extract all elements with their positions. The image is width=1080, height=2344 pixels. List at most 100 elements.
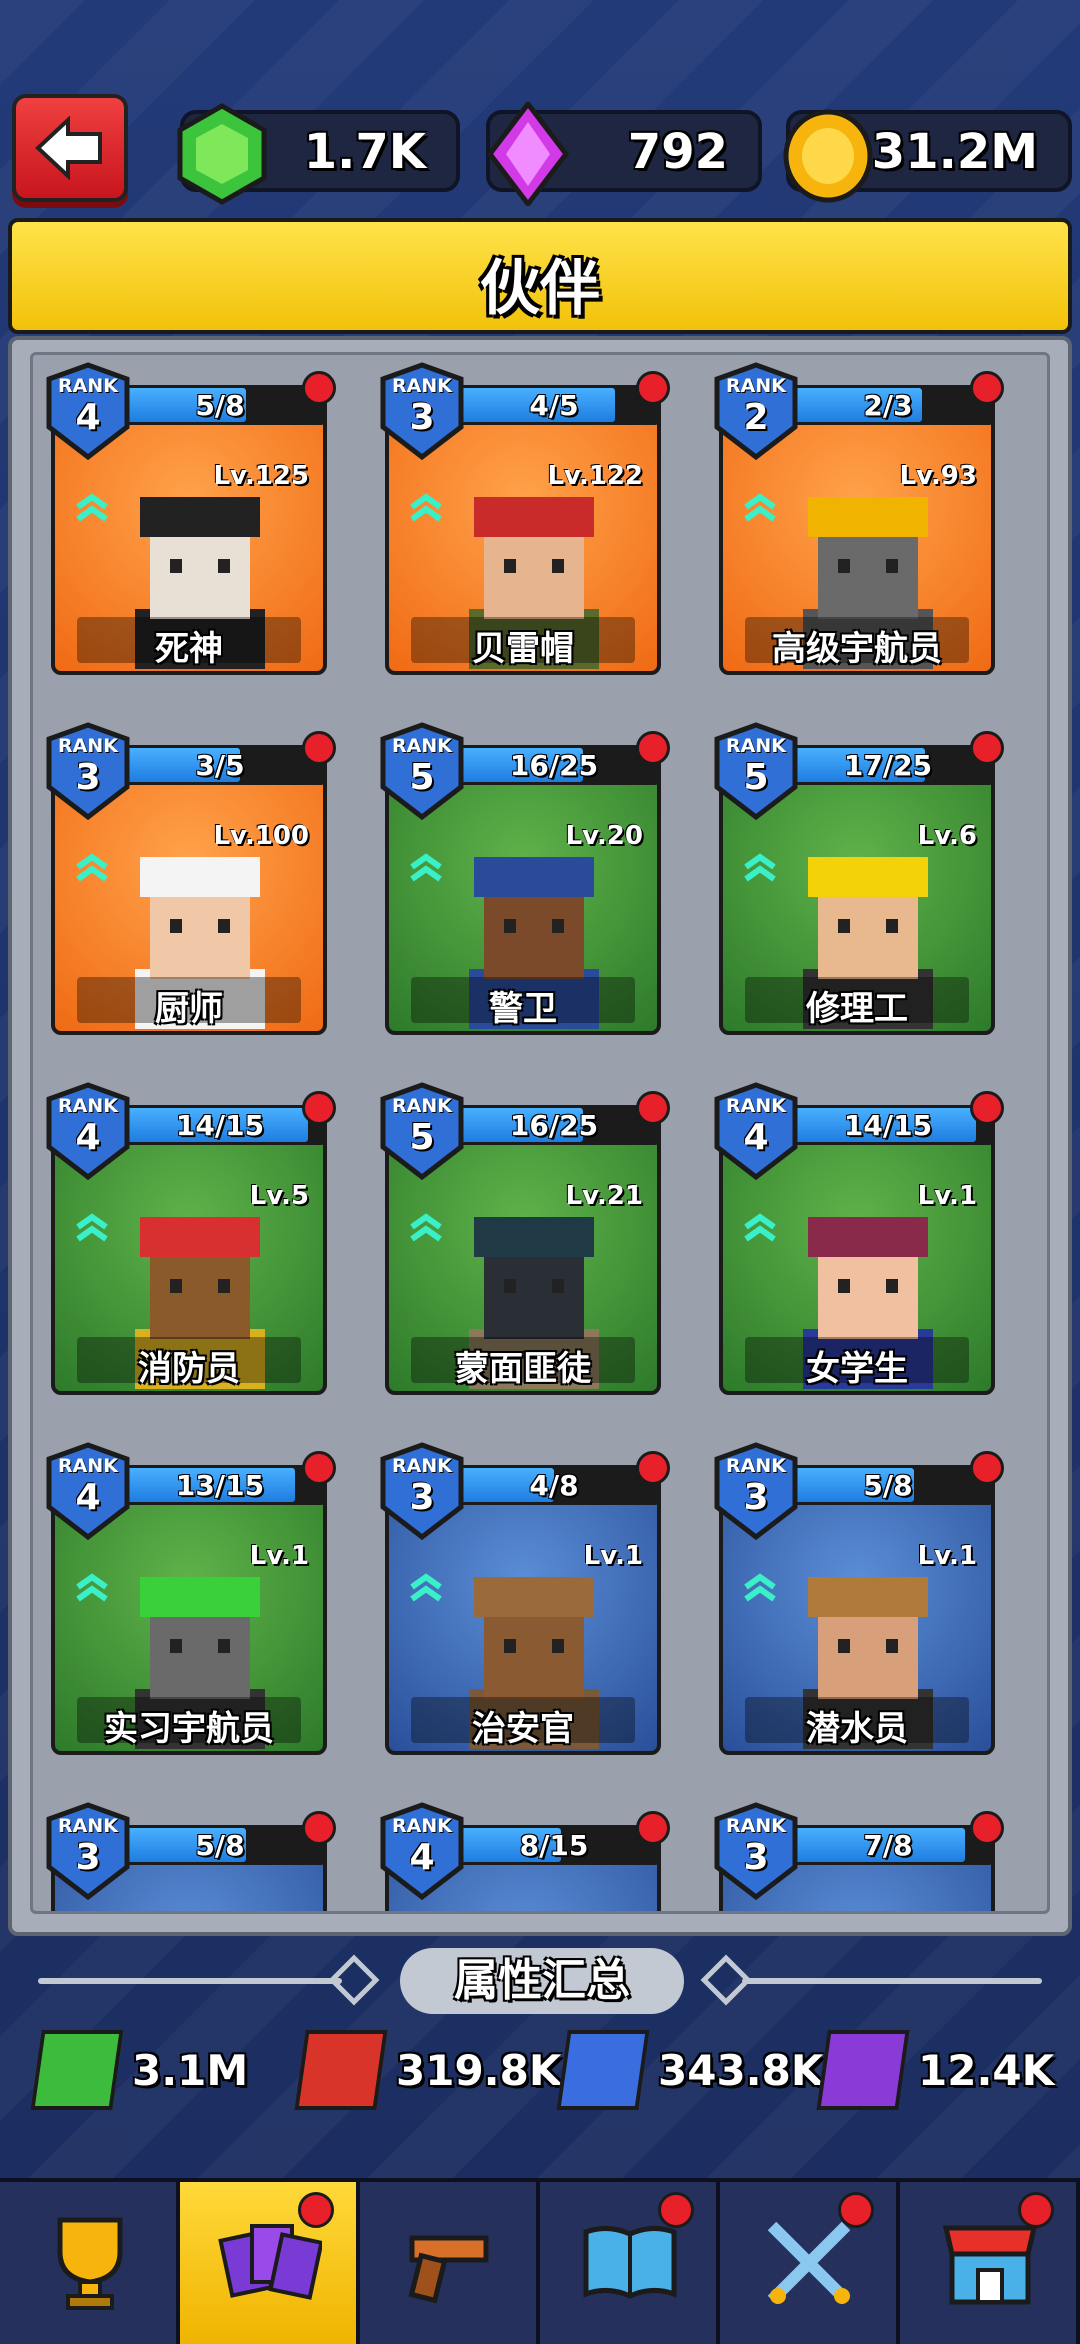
- partner-name: 蒙面匪徒: [455, 1349, 591, 1389]
- coin-counter[interactable]: 31.2M: [783, 109, 1072, 203]
- partner-card[interactable]: Lv.20 警卫 16/25 RANK 5: [379, 721, 670, 1041]
- fragment-count: 17/25: [843, 749, 933, 782]
- nav-tab-trophy[interactable]: [0, 2182, 180, 2344]
- partner-level: Lv.1: [917, 1541, 977, 1571]
- rank-label: RANK: [726, 1095, 786, 1117]
- fragment-progress-bar: 8/15: [449, 1825, 659, 1865]
- partner-name: 消防员: [138, 1349, 240, 1389]
- back-button[interactable]: [12, 94, 128, 202]
- rank-number: 4: [743, 1117, 769, 1158]
- partner-card[interactable]: Lv.21 蒙面匪徒 16/25 RANK 5: [379, 1081, 670, 1401]
- rank-badge: RANK 5: [713, 721, 799, 821]
- partner-level: Lv.1: [917, 1181, 977, 1211]
- name-plate: 修理工: [745, 977, 969, 1029]
- partner-level: Lv.5: [249, 1181, 309, 1211]
- partner-name: 厨师: [155, 989, 223, 1029]
- partner-level: Lv.6: [917, 821, 977, 851]
- top-bar: 1.7K 792 31.2M: [0, 88, 1080, 218]
- name-plate: 贝雷帽: [411, 617, 635, 669]
- partner-panel: Lv.125 死神 5/8 RANK 4 Lv.122 贝雷帽 4/5 RANK 3 Lv.93 高级…: [8, 336, 1072, 1936]
- fragment-count: 3/5: [195, 749, 245, 782]
- partner-card[interactable]: Lv.1 实习宇航员 13/15 RANK 4: [45, 1441, 336, 1761]
- partner-level: Lv.21: [565, 1181, 643, 1211]
- partner-name: 修理工: [806, 989, 908, 1029]
- gem-counter[interactable]: 1.7K: [177, 103, 460, 205]
- divider-right: [742, 1978, 1042, 1984]
- auto-gun-icon: [556, 2030, 650, 2110]
- partner-card[interactable]: 8/15 RANK 4: [379, 1801, 670, 1911]
- partner-level: Lv.1: [249, 1541, 309, 1571]
- rank-number: 2: [743, 397, 769, 438]
- stat-money: 12.4K: [816, 2030, 1062, 2116]
- gold-coin-icon: [783, 109, 873, 203]
- upgrade-chevron-icon: [744, 1213, 776, 1242]
- fragment-progress-bar: 5/8: [115, 385, 325, 425]
- rank-number: 4: [75, 1117, 101, 1158]
- fragment-count: 8/15: [519, 1829, 589, 1862]
- partner-card[interactable]: Lv.122 贝雷帽 4/5 RANK 3: [379, 361, 670, 681]
- partner-card[interactable]: Lv.6 修理工 17/25 RANK 5: [713, 721, 1004, 1041]
- notification-dot: [970, 371, 1004, 405]
- partner-card[interactable]: Lv.1 女学生 14/15 RANK 4: [713, 1081, 1004, 1401]
- name-plate: 警卫: [411, 977, 635, 1029]
- shop-icon: [942, 2225, 1038, 2305]
- notification-dot: [970, 1811, 1004, 1845]
- partner-card[interactable]: Lv.5 消防员 14/15 RANK 4: [45, 1081, 336, 1401]
- nav-tab-crossed-swords[interactable]: [720, 2182, 900, 2344]
- gem-value: 1.7K: [303, 124, 426, 180]
- rank-badge: RANK 3: [713, 1441, 799, 1541]
- crystal-counter[interactable]: 792: [486, 102, 762, 206]
- divider-left: [38, 1978, 342, 1984]
- fragment-progress-bar: 4/5: [449, 385, 659, 425]
- notification-dot: [970, 731, 1004, 765]
- nav-tab-pistol[interactable]: [360, 2182, 540, 2344]
- purple-crystal-icon: [486, 102, 570, 206]
- notification-dot: [302, 1091, 336, 1125]
- rank-label: RANK: [392, 375, 452, 397]
- partner-card[interactable]: Lv.100 厨师 3/5 RANK 3: [45, 721, 336, 1041]
- fragment-count: 5/8: [195, 389, 245, 422]
- partner-card[interactable]: Lv.125 死神 5/8 RANK 4: [45, 361, 336, 681]
- name-plate: 高级宇航员: [745, 617, 969, 669]
- name-plate: 死神: [77, 617, 301, 669]
- rank-label: RANK: [726, 735, 786, 757]
- stat-attack: 319.8K: [294, 2030, 561, 2116]
- upgrade-chevron-icon: [410, 1213, 442, 1242]
- partner-card[interactable]: 7/8 RANK 3: [713, 1801, 1004, 1911]
- rank-badge: RANK 3: [379, 1441, 465, 1541]
- partner-card[interactable]: 5/8 RANK 3: [45, 1801, 336, 1911]
- attribute-summary-title[interactable]: 属性汇总: [400, 1948, 684, 2014]
- partner-card[interactable]: Lv.1 治安官 4/8 RANK 3: [379, 1441, 670, 1761]
- green-gem-icon: [177, 103, 267, 205]
- nav-tab-partner-cards[interactable]: [180, 2182, 360, 2344]
- rank-label: RANK: [392, 1095, 452, 1117]
- notification-dot: [636, 1811, 670, 1845]
- upgrade-chevron-icon: [744, 493, 776, 522]
- rank-label: RANK: [392, 1455, 452, 1477]
- nav-tab-shop[interactable]: [900, 2182, 1080, 2344]
- upgrade-chevron-icon: [744, 1573, 776, 1602]
- fragment-count: 13/15: [175, 1469, 265, 1502]
- fragment-progress-bar: 5/8: [783, 1465, 993, 1505]
- fragment-count: 4/8: [529, 1469, 579, 1502]
- nav-tab-book[interactable]: [540, 2182, 720, 2344]
- partner-name: 警卫: [489, 989, 557, 1029]
- partner-level: Lv.20: [565, 821, 643, 851]
- fragment-count: 16/25: [509, 749, 599, 782]
- rank-number: 3: [409, 397, 435, 438]
- rank-number: 5: [409, 1117, 435, 1158]
- fragment-count: 14/15: [175, 1109, 265, 1142]
- notification-dot: [636, 1451, 670, 1485]
- partner-grid[interactable]: Lv.125 死神 5/8 RANK 4 Lv.122 贝雷帽 4/5 RANK 3 Lv.93 高级…: [30, 352, 1050, 1914]
- page-title: 伙伴: [480, 254, 600, 324]
- book-icon: [583, 2226, 677, 2299]
- rank-badge: RANK 5: [379, 1081, 465, 1181]
- stat-attack-value: 319.8K: [396, 2046, 562, 2095]
- name-plate: 蒙面匪徒: [411, 1337, 635, 1389]
- rank-badge: RANK 4: [45, 1441, 131, 1541]
- partner-card[interactable]: Lv.93 高级宇航员 2/3 RANK 2: [713, 361, 1004, 681]
- fragment-progress-bar: 2/3: [783, 385, 993, 425]
- partner-cards-icon: [218, 2224, 322, 2300]
- partner-card[interactable]: Lv.1 潜水员 5/8 RANK 3: [713, 1441, 1004, 1761]
- rank-number: 4: [75, 397, 101, 438]
